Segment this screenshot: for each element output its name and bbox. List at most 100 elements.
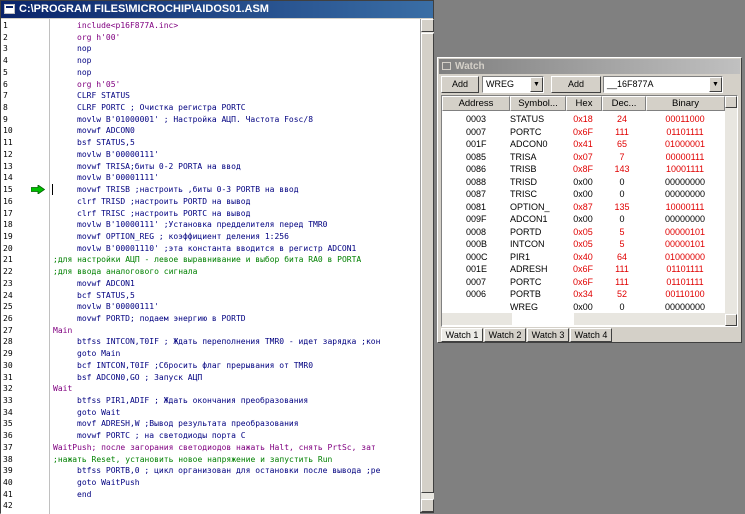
add-symbol-button[interactable]: Add Symbol [551,76,601,104]
code-line[interactable]: 9 movlw B'01000001' ; Настройка АЦП. Част… [1,114,420,126]
code-text: bcf STATUS,5 [77,290,135,300]
watch-row[interactable]: 0008 PORTD 0x05 5 00000101 [442,226,725,239]
code-line[interactable]: 13 movwf TRISA;биты 0-2 PORTA на ввод [1,161,420,173]
chevron-down-icon[interactable]: ▼ [709,77,722,92]
column-header-address[interactable]: Address [442,96,510,111]
watch-row[interactable]: 000B INTCON 0x05 5 00000101 [442,238,725,251]
code-line[interactable]: 6 org h'05' [1,79,420,91]
cell-address: 0003 [466,114,487,124]
code-line[interactable]: 28 btfss INTCON,T0IF ; Ждать переполнения… [1,336,420,348]
code-line[interactable]: 8 CLRF PORTC ; Очистка регистра PORTC [1,102,420,114]
tab-watch-1[interactable]: Watch 1 [441,328,483,342]
code-line[interactable]: 40 goto WaitPush [1,477,420,489]
editor-vertical-scrollbar[interactable] [420,19,434,512]
watch-row[interactable]: 009F ADCON1 0x00 0 00000000 [442,213,725,226]
code-line[interactable]: 5 nop [1,67,420,79]
watch-row[interactable]: 0007 PORTC 0x6F 111 01101111 [442,126,725,139]
code-line[interactable]: 1 include<p16F877A.inc> [1,20,420,32]
code-line[interactable]: 29 goto Main [1,348,420,360]
cell-hex: 0x8F [572,164,593,174]
code-line[interactable]: 20 movlw B'00001110' ;эта константа вводи… [1,243,420,255]
code-line[interactable]: 15 movwf TRISB ;настроить ,биты 0-3 PORTB… [1,184,420,196]
code-line[interactable]: 36 movwf PORTC ; на светодиоды порта С [1,430,420,442]
sfr-select[interactable]: WREG ▼ [482,76,544,93]
watch-row[interactable]: 0007 PORTC 0x6F 111 01101111 [442,276,725,289]
code-line[interactable]: 34 goto Wait [1,407,420,419]
code-line[interactable]: 30 bcf INTCON,T0IF ;Сбросить флаг прерыва… [1,360,420,372]
code-line[interactable]: 37 WaitPush; после загорания светодиодов … [1,442,420,454]
code-line[interactable]: 19 movwf OPTION_REG ; коэффициент деления… [1,231,420,243]
code-line[interactable]: 10 movwf ADCON0 [1,125,420,137]
code-line[interactable]: 7 CLRF STATUS [1,90,420,102]
chevron-down-icon[interactable]: ▼ [530,77,543,92]
code-line[interactable]: 18 movlw B'10000111' ;Установка предделит… [1,219,420,231]
code-line[interactable]: 23 movwf ADCON1 [1,278,420,290]
watch-title-bar[interactable]: Watch [439,59,740,74]
column-header-binary[interactable]: Binary [646,96,725,111]
code-line[interactable]: 12 movlw B'00000111' [1,149,420,161]
editor-title-bar[interactable]: C:\PROGRAM FILES\MICROCHIP\AIDOS01.ASM [1,1,433,18]
code-line[interactable]: 11 bsf STATUS,5 [1,137,420,149]
cell-address: 0007 [466,126,487,137]
code-line[interactable]: 14 movlw B'00001111' [1,172,420,184]
cell-binary: 00110100 [665,289,705,299]
watch-row[interactable]: WREG 0x00 0 00000000 [442,301,725,314]
code-line[interactable]: 21 ;для настройки АЦП - левое выравнивани… [1,254,420,266]
code-line[interactable]: 31 bsf ADCON0,GO ; Запуск АЦП [1,372,420,384]
cell-binary: 01101111 [666,264,704,274]
scroll-down-button[interactable] [421,499,434,512]
cell-decimal: 0 [619,189,625,199]
watch-row[interactable]: 0086 TRISB 0x8F 143 10001111 [442,163,725,176]
tab-watch-2[interactable]: Watch 2 [484,328,526,342]
code-line[interactable]: 38 ;нажать Reset, установить новое напряж… [1,454,420,466]
scroll-up-button[interactable] [725,96,737,108]
watch-row[interactable]: 001F ADCON0 0x41 65 01000001 [442,138,725,151]
code-line[interactable]: 22 ;для ввода аналогового сигнала [1,266,420,278]
code-line[interactable]: 26 movwf PORTD; подаем энергию в PORTD [1,313,420,325]
scroll-down-button[interactable] [725,314,737,326]
code-line[interactable]: 41 end [1,489,420,501]
execution-arrow-icon [31,185,45,195]
scroll-up-button[interactable] [421,19,434,32]
cell-hex: 0x00 [573,176,593,187]
cell-symbol: PIR1 [510,251,531,262]
code-line[interactable]: 42 [1,500,420,512]
column-header-hex[interactable]: Hex [566,96,602,111]
code-line[interactable]: 3 nop [1,43,420,55]
watch-row[interactable]: 0081 OPTION_ 0x87 135 10000111 [442,201,725,214]
cell-decimal: 0 [619,301,625,312]
watch-row[interactable]: 001E ADRESH 0x6F 111 01101111 [442,263,725,276]
code-line[interactable]: 16 clrf TRISD ;настроить PORTD на вывод [1,196,420,208]
horizontal-scroll-thumb[interactable] [512,313,574,325]
tab-watch-3[interactable]: Watch 3 [527,328,569,342]
watch-row[interactable]: 0085 TRISA 0x07 7 00000111 [442,151,725,164]
code-line[interactable]: 4 nop [1,55,420,67]
watch-row[interactable]: 000C PIR1 0x40 64 01000000 [442,251,725,264]
grid-vertical-scrollbar[interactable] [725,96,737,326]
code-line[interactable]: 39 btfss PORTB,0 ; цикл организован для о… [1,465,420,477]
watch-row[interactable]: 0003 STATUS 0x18 24 00011000 [442,113,725,126]
watch-row[interactable]: 0087 TRISC 0x00 0 00000000 [442,188,725,201]
code-area[interactable]: 1 include<p16F877A.inc> 2 org h'00' 3 nop 4 nop… [1,19,420,514]
code-line[interactable]: 35 movf ADRESH,W ;Вывод результата преобр… [1,418,420,430]
grid-horizontal-scrollbar[interactable] [442,313,725,325]
watch-row[interactable]: 0088 TRISD 0x00 0 00000000 [442,176,725,189]
code-line[interactable]: 17 clrf TRISC ;настроить PORTC на вывод [1,208,420,220]
code-line[interactable]: 27 Main [1,325,420,337]
cell-address: 0087 [466,189,487,199]
column-header-decimal[interactable]: Dec... [602,96,646,111]
watch-row[interactable]: 0006 PORTB 0x34 52 00110100 [442,288,725,301]
tab-watch-4[interactable]: Watch 4 [570,328,612,342]
code-line[interactable]: 2 org h'00' [1,32,420,44]
column-header-symbol[interactable]: Symbol... [510,96,566,111]
code-line[interactable]: 33 btfss PIR1,ADIF ; Ждать окончания прео… [1,395,420,407]
add-sfr-button[interactable]: Add SFR [441,76,479,104]
line-number: 3 [3,44,8,54]
code-line[interactable]: 25 movlw B'00000111' [1,301,420,313]
code-line[interactable]: 32 Wait [1,383,420,395]
code-line[interactable]: 24 bcf STATUS,5 [1,290,420,302]
line-number: 8 [3,103,8,113]
scroll-thumb[interactable] [421,33,434,493]
code-text: movwf TRISB ;настроить ,биты 0-3 PORTB н… [77,185,299,195]
symbol-select[interactable]: __16F877A ▼ [603,76,723,93]
